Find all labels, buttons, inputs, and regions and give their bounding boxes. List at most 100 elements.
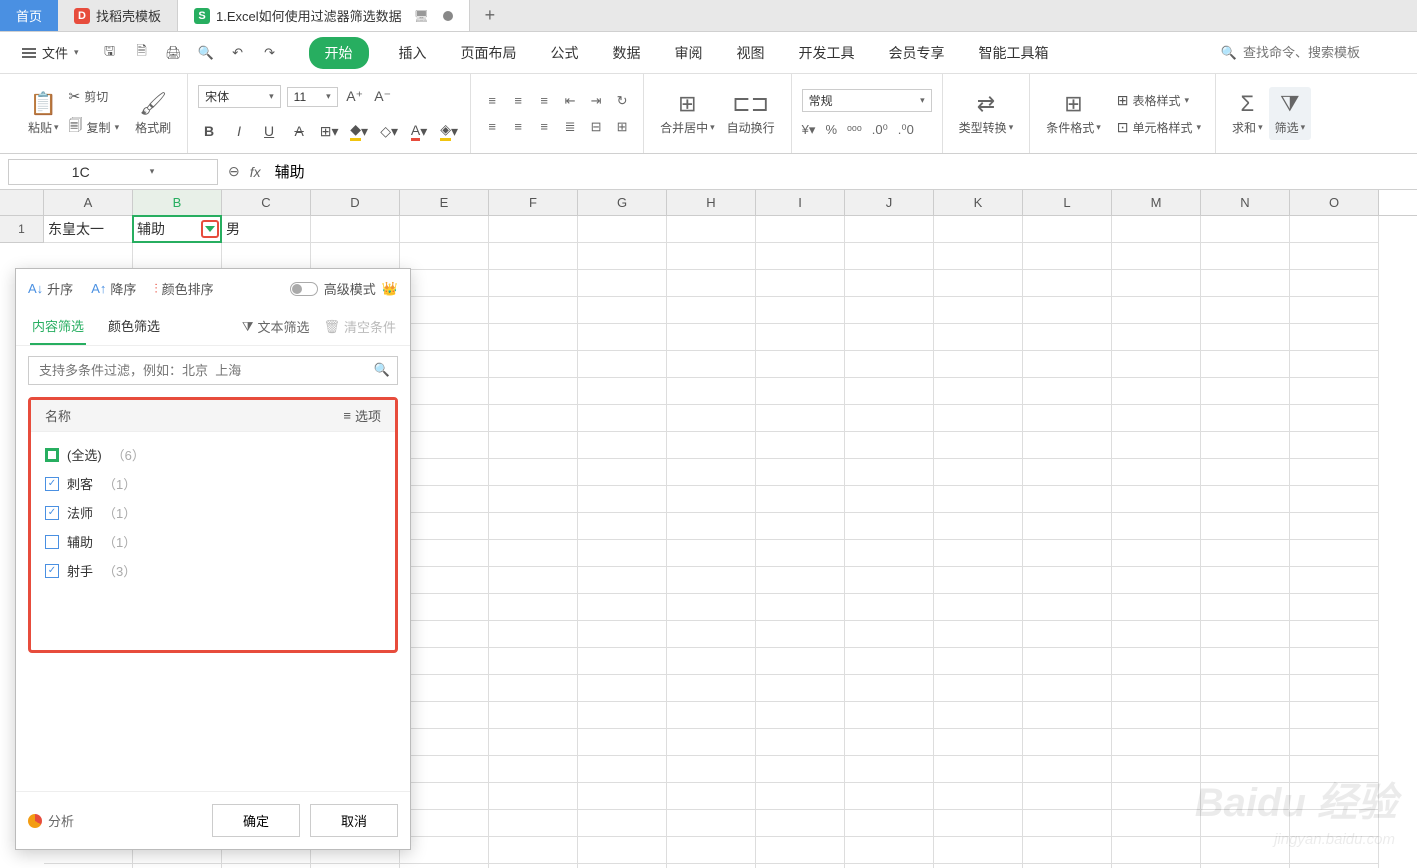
cell-M1[interactable]	[1112, 216, 1201, 243]
thousands-button[interactable]: ᵒᵒᵒ	[847, 122, 862, 138]
cell-empty[interactable]	[1112, 567, 1201, 594]
cell-empty[interactable]	[1290, 324, 1379, 351]
cell-empty[interactable]	[400, 729, 489, 756]
cell-empty[interactable]	[400, 864, 489, 868]
cell-empty[interactable]	[667, 432, 756, 459]
cell-empty[interactable]	[845, 621, 934, 648]
indent-decrease[interactable]: ⇤	[559, 90, 581, 112]
cell-empty[interactable]	[1201, 648, 1290, 675]
cell-empty[interactable]	[489, 297, 578, 324]
filter-button[interactable]: ⧩ 筛选▾	[1269, 87, 1312, 140]
cell-empty[interactable]	[1290, 432, 1379, 459]
cell-F1[interactable]	[489, 216, 578, 243]
cell-empty[interactable]	[934, 864, 1023, 868]
undo-icon[interactable]: ↶	[229, 44, 247, 62]
cell-empty[interactable]	[489, 351, 578, 378]
cell-empty[interactable]	[1201, 594, 1290, 621]
cell-empty[interactable]	[1023, 756, 1112, 783]
cell-empty[interactable]	[845, 378, 934, 405]
ribbon-tab-insert[interactable]: 插入	[395, 37, 431, 69]
col-header-I[interactable]: I	[756, 190, 845, 215]
cell-empty[interactable]	[1112, 243, 1201, 270]
cell-empty[interactable]	[400, 324, 489, 351]
cell-empty[interactable]	[578, 405, 667, 432]
cell-empty[interactable]	[1290, 648, 1379, 675]
align-left[interactable]: ≡	[481, 116, 503, 138]
strikethrough-button[interactable]: A	[288, 120, 310, 142]
cell-empty[interactable]	[578, 702, 667, 729]
cell-empty[interactable]	[756, 702, 845, 729]
cell-empty[interactable]	[1023, 648, 1112, 675]
cell-empty[interactable]	[489, 702, 578, 729]
col-header-H[interactable]: H	[667, 190, 756, 215]
cell-empty[interactable]	[578, 864, 667, 868]
col-header-E[interactable]: E	[400, 190, 489, 215]
cell-empty[interactable]	[1023, 702, 1112, 729]
cell-empty[interactable]	[489, 243, 578, 270]
cell-E1[interactable]	[400, 216, 489, 243]
cell-empty[interactable]	[756, 432, 845, 459]
type-convert-button[interactable]: ⇄ 类型转换▾	[953, 87, 1020, 140]
cell-empty[interactable]	[934, 810, 1023, 837]
clear-format-button[interactable]: ◇▾	[378, 120, 400, 142]
col-header-L[interactable]: L	[1023, 190, 1112, 215]
cell-empty[interactable]	[400, 675, 489, 702]
row-header-1[interactable]: 1	[0, 216, 44, 243]
sort-desc-button[interactable]: A↑降序	[91, 279, 136, 298]
cell-empty[interactable]	[667, 405, 756, 432]
cell-empty[interactable]	[756, 621, 845, 648]
cell-empty[interactable]	[1112, 729, 1201, 756]
cell-empty[interactable]	[489, 540, 578, 567]
cell-empty[interactable]	[578, 459, 667, 486]
cell-empty[interactable]	[1290, 567, 1379, 594]
cell-empty[interactable]	[1112, 621, 1201, 648]
cell-empty[interactable]	[756, 756, 845, 783]
cell-empty[interactable]	[934, 756, 1023, 783]
cell-empty[interactable]	[845, 432, 934, 459]
cell-empty[interactable]	[934, 405, 1023, 432]
cell-empty[interactable]	[1112, 324, 1201, 351]
wrap-text-button[interactable]: ⊏⊐ 自动换行	[721, 87, 781, 140]
cell-empty[interactable]	[311, 864, 400, 868]
cell-empty[interactable]	[756, 405, 845, 432]
tab-document-active[interactable]: S 1.Excel如何使用过滤器筛选数据 🖥	[178, 0, 470, 31]
cell-empty[interactable]	[44, 243, 133, 270]
cell-empty[interactable]	[667, 567, 756, 594]
formula-input[interactable]	[271, 159, 1409, 184]
ribbon-tab-page-layout[interactable]: 页面布局	[457, 37, 521, 69]
cell-empty[interactable]	[934, 594, 1023, 621]
cell-empty[interactable]	[578, 783, 667, 810]
cell-empty[interactable]	[934, 270, 1023, 297]
cell-empty[interactable]	[44, 864, 133, 868]
cell-empty[interactable]	[1023, 810, 1112, 837]
cell-G1[interactable]	[578, 216, 667, 243]
col-header-K[interactable]: K	[934, 190, 1023, 215]
cell-empty[interactable]	[1112, 297, 1201, 324]
cell-empty[interactable]	[489, 486, 578, 513]
cell-empty[interactable]	[1112, 756, 1201, 783]
cell-empty[interactable]	[1112, 594, 1201, 621]
cell-empty[interactable]	[1023, 297, 1112, 324]
cell-empty[interactable]	[1290, 837, 1379, 864]
cell-empty[interactable]	[1023, 513, 1112, 540]
cell-empty[interactable]	[1201, 297, 1290, 324]
cell-empty[interactable]	[1201, 783, 1290, 810]
cell-empty[interactable]	[756, 567, 845, 594]
cell-empty[interactable]	[1201, 270, 1290, 297]
merge-center-button[interactable]: ⊞ 合并居中▾	[654, 87, 721, 140]
cell-empty[interactable]	[1201, 810, 1290, 837]
cell-empty[interactable]	[578, 540, 667, 567]
preview-icon[interactable]: 🔍	[197, 44, 215, 62]
col-header-N[interactable]: N	[1201, 190, 1290, 215]
align-top-center[interactable]: ≡	[507, 90, 529, 112]
cell-empty[interactable]	[845, 459, 934, 486]
cell-empty[interactable]	[489, 459, 578, 486]
percent-button[interactable]: %	[825, 122, 837, 138]
cell-empty[interactable]	[934, 243, 1023, 270]
cell-empty[interactable]	[400, 243, 489, 270]
cell-empty[interactable]	[1290, 351, 1379, 378]
align-top-left[interactable]: ≡	[481, 90, 503, 112]
tab-home[interactable]: 首页	[0, 0, 58, 31]
cell-empty[interactable]	[578, 810, 667, 837]
cell-empty[interactable]	[845, 675, 934, 702]
